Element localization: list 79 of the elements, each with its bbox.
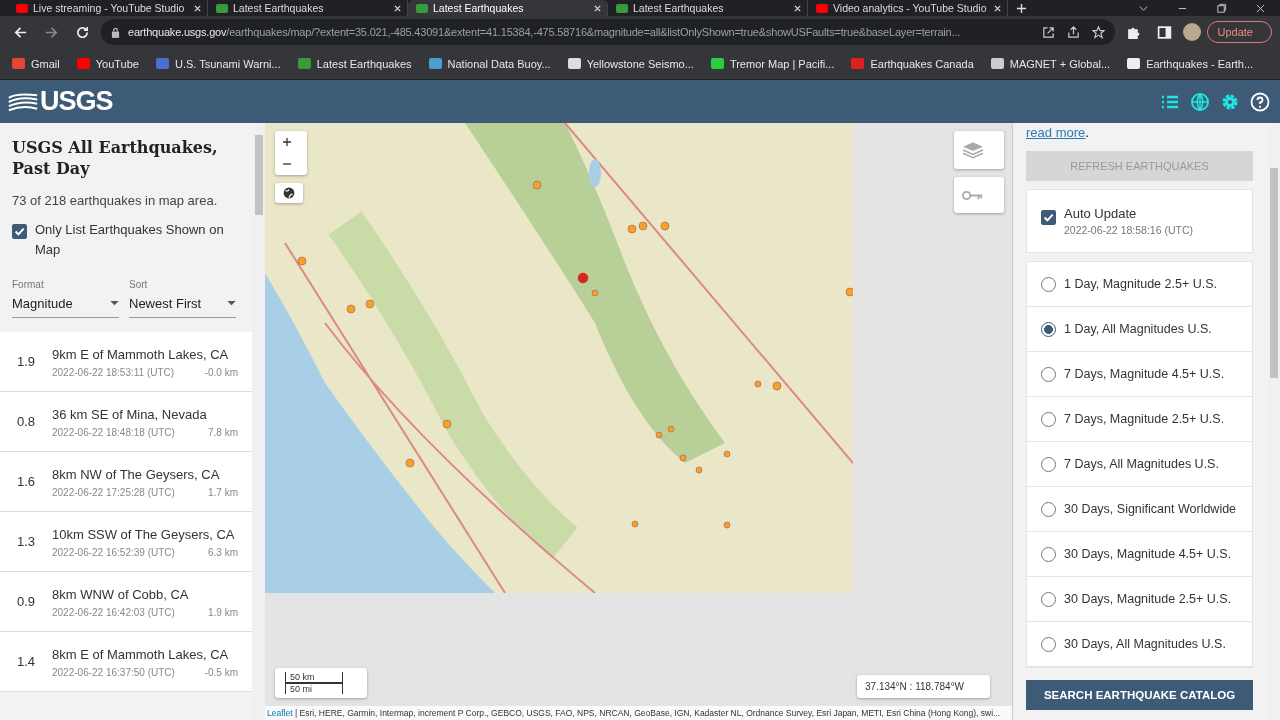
feed-option[interactable]: 30 Days, Magnitude 2.5+ U.S. bbox=[1027, 577, 1252, 622]
site-icon bbox=[12, 58, 25, 69]
feed-option[interactable]: 1 Day, All Magnitudes U.S. bbox=[1027, 307, 1252, 352]
checkbox-label: Only List Earthquakes Shown on Map bbox=[35, 221, 225, 259]
bookmark[interactable]: Gmail bbox=[12, 57, 60, 70]
feed-option[interactable]: 7 Days, Magnitude 2.5+ U.S. bbox=[1027, 397, 1252, 442]
close-icon[interactable] bbox=[593, 3, 602, 13]
earthquake-item[interactable]: 1.9 9km E of Mammoth Lakes, CA 2022-06-22 18:53:11 (UTC) -0.0 km bbox=[0, 332, 252, 392]
coordinates-readout: 37.134°N : 118.784°W bbox=[857, 675, 990, 698]
site-icon bbox=[297, 58, 311, 69]
bookmark[interactable]: Latest Earthquakes bbox=[297, 57, 412, 70]
globe-button[interactable] bbox=[275, 183, 303, 203]
leaflet-link[interactable]: Leaflet bbox=[267, 708, 293, 718]
site-icon bbox=[76, 58, 90, 69]
close-icon[interactable] bbox=[193, 3, 202, 13]
new-tab-icon[interactable] bbox=[1016, 2, 1027, 14]
lock-icon bbox=[111, 26, 120, 38]
period-text: . bbox=[1085, 125, 1089, 140]
select-field[interactable]: Newest First bbox=[129, 292, 236, 318]
bookmark[interactable]: YouTube bbox=[76, 57, 139, 70]
checkbox[interactable] bbox=[12, 224, 27, 239]
earthquake-count: 73 of 218 earthquakes in map area. bbox=[12, 193, 219, 208]
key-icon bbox=[962, 189, 984, 201]
bookmark[interactable]: Tremor Map | Pacifi... bbox=[710, 57, 835, 70]
url-text: earthquake.usgs.gov/earthquakes/map/?extent=35.021,-485.43091&extent=41.15384,-475.58716&magnitude=all&listOnlyShown=true&showUSFaults=true&baseLayer=terrain... bbox=[128, 26, 962, 38]
restore-icon[interactable] bbox=[1216, 2, 1227, 14]
feed-option[interactable]: 1 Day, Magnitude 2.5+ U.S. bbox=[1027, 262, 1252, 307]
share-icon[interactable] bbox=[1066, 25, 1080, 39]
avatar-icon[interactable] bbox=[1182, 23, 1201, 41]
logo-text: USGS bbox=[40, 86, 113, 117]
feed-option[interactable]: 30 Days, Significant Worldwide bbox=[1027, 487, 1252, 532]
bookmark[interactable]: Earthquakes Canada bbox=[851, 57, 974, 70]
browser-tab[interactable]: Latest Earthquakes bbox=[408, 0, 608, 16]
site-icon bbox=[710, 58, 724, 69]
feed-option[interactable]: 30 Days, All Magnitudes U.S. bbox=[1027, 622, 1252, 667]
close-icon[interactable] bbox=[793, 3, 802, 13]
site-icon bbox=[990, 58, 1004, 69]
select-label: Format bbox=[12, 279, 44, 290]
earthquake-item[interactable]: 0.8 36 km SE of Mina, Nevada 2022-06-22 18:48:18 (UTC) 7.8 km bbox=[0, 392, 252, 452]
search-catalog-button[interactable]: SEARCH EARTHQUAKE CATALOG bbox=[1026, 680, 1253, 710]
scale-bar: 50 km 50 mi bbox=[275, 668, 367, 698]
feed-option[interactable]: 7 Days, All Magnitudes U.S. bbox=[1027, 442, 1252, 487]
help-icon[interactable] bbox=[1250, 91, 1270, 112]
address-bar[interactable]: earthquake.usgs.gov/earthquakes/map/?extent=35.021,-485.43091&extent=41.15384,-475.58716&magnitude=all&listOnlyShown=true&showUSFaults=true&baseLayer=terrain... bbox=[101, 19, 1115, 45]
caret-icon bbox=[110, 301, 119, 306]
star-icon[interactable] bbox=[1091, 25, 1105, 39]
bookmark[interactable]: Yellowstone Seismo... bbox=[567, 57, 694, 70]
site-icon bbox=[155, 58, 169, 69]
bookmark[interactable]: U.S. Tsunami Warni... bbox=[155, 57, 281, 70]
bookmark[interactable]: MAGNET + Global... bbox=[990, 57, 1111, 70]
close-icon[interactable] bbox=[993, 3, 1002, 13]
checkbox[interactable] bbox=[1041, 210, 1056, 225]
site-icon bbox=[851, 58, 865, 69]
select-field[interactable]: Magnitude bbox=[12, 292, 119, 318]
radio-button[interactable] bbox=[1041, 321, 1056, 337]
earthquake-item[interactable]: 1.3 10km SSW of The Geysers, CA 2022-06-22 16:52:39 (UTC) 6.3 km bbox=[0, 512, 252, 572]
site-icon bbox=[567, 58, 581, 69]
select-label: Sort bbox=[129, 279, 148, 290]
caret-icon bbox=[227, 301, 236, 306]
earthquake-item[interactable]: 1.6 8km NW of The Geysers, CA 2022-06-22 17:25:28 (UTC) 1.7 km bbox=[0, 452, 252, 512]
earthquake-item[interactable]: 1.4 8km E of Mammoth Lakes, CA 2022-06-22 16:37:50 (UTC) -0.5 km bbox=[0, 632, 252, 692]
update-time: 2022-06-22 18:58:16 (UTC) bbox=[1064, 224, 1193, 236]
globe-icon[interactable] bbox=[1190, 91, 1210, 112]
open-external-icon[interactable] bbox=[1041, 25, 1055, 39]
site-icon bbox=[1127, 58, 1141, 69]
close-icon[interactable] bbox=[393, 3, 402, 13]
feed-option[interactable]: 30 Days, Magnitude 4.5+ U.S. bbox=[1027, 532, 1252, 577]
feed-option[interactable]: 7 Days, Magnitude 4.5+ U.S. bbox=[1027, 352, 1252, 397]
zoom-control[interactable] bbox=[275, 131, 307, 175]
bookmark[interactable]: Earthquakes - Earth... bbox=[1127, 57, 1254, 70]
close-icon[interactable] bbox=[1255, 2, 1266, 14]
layers-icon bbox=[962, 141, 984, 159]
earthquake-item[interactable]: 0.9 8km WNW of Cobb, CA 2022-06-22 16:42:03 (UTC) 1.9 km bbox=[0, 572, 252, 632]
attribution-text: | Esri, HERE, Garmin, Intermap, increment P Corp., GEBCO, USGS, FAO, NPS, NRCAN, GeoBase, IGN, Kadaster NL, Ordnance Survey, Esri Japan, METI, Esri China (Hong Kong), swi... bbox=[294, 708, 1001, 718]
bookmark[interactable]: National Data Buoy... bbox=[428, 57, 551, 70]
site-icon bbox=[428, 58, 442, 69]
globe-icon bbox=[283, 187, 295, 199]
auto-update-label: Auto Update bbox=[1064, 206, 1138, 221]
panel-title: USGS All Earthquakes, Past Day bbox=[12, 137, 219, 179]
